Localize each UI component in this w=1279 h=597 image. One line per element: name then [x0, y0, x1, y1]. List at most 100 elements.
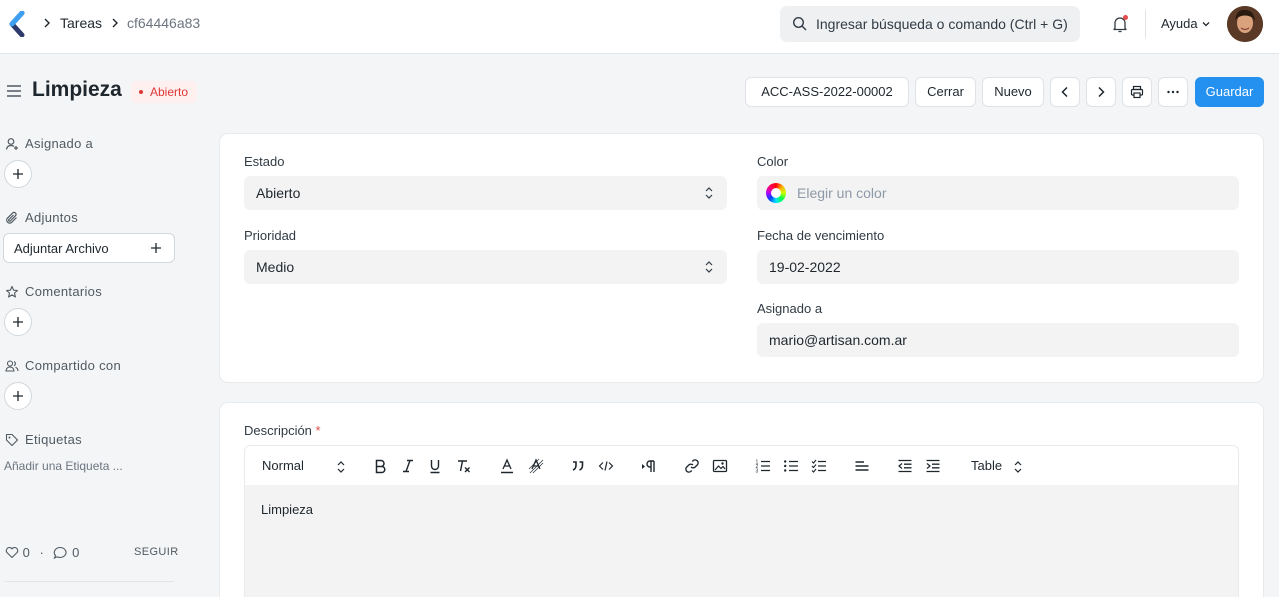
- search-icon: [792, 16, 807, 31]
- previous-button[interactable]: [1050, 77, 1080, 107]
- image-icon[interactable]: [712, 458, 728, 474]
- notification-dot: [1123, 15, 1128, 20]
- tag-icon: [5, 433, 19, 446]
- select-arrows-icon[interactable]: [1014, 459, 1022, 475]
- format-select[interactable]: Normal: [262, 458, 304, 474]
- app-logo-icon[interactable]: [8, 11, 26, 37]
- select-arrows-icon: [705, 187, 713, 199]
- notifications-button[interactable]: [1110, 14, 1130, 34]
- page-title: Limpieza: [32, 78, 122, 101]
- chevron-down-icon[interactable]: [1201, 19, 1211, 29]
- more-actions-button[interactable]: [1158, 77, 1188, 107]
- shared-heading-label: Compartido con: [25, 358, 121, 373]
- outdent-icon[interactable]: [897, 458, 913, 474]
- document-stats: 0 · 0: [5, 545, 79, 561]
- navbar: Tareas cf64446a83 Ingresar búsqueda o co…: [0, 0, 1279, 54]
- attachments-heading: Adjuntos: [5, 210, 78, 226]
- heart-icon[interactable]: [5, 546, 19, 559]
- link-icon[interactable]: [684, 458, 700, 474]
- linked-document-button[interactable]: ACC-ASS-2022-00002: [745, 77, 909, 107]
- add-assignee-button[interactable]: [4, 160, 32, 188]
- underline-icon[interactable]: [428, 458, 442, 474]
- estado-select[interactable]: Abierto: [244, 176, 727, 210]
- assigned-heading-label: Asignado a: [25, 136, 94, 151]
- prioridad-select[interactable]: Medio: [244, 250, 727, 284]
- help-menu[interactable]: Ayuda: [1161, 16, 1198, 31]
- select-arrows-icon: [705, 261, 713, 273]
- save-button[interactable]: Guardar: [1195, 77, 1264, 107]
- comments-heading-label: Comentarios: [25, 284, 102, 299]
- tags-heading-label: Etiquetas: [25, 432, 82, 447]
- description-editor[interactable]: Limpieza: [244, 485, 1239, 597]
- follow-button[interactable]: SEGUIR: [134, 546, 179, 558]
- tags-heading: Etiquetas: [5, 432, 82, 448]
- printer-icon: [1130, 85, 1144, 99]
- align-left-icon[interactable]: [854, 458, 870, 474]
- chevron-right-icon: [112, 18, 118, 28]
- attachments-heading-label: Adjuntos: [25, 210, 78, 225]
- breadcrumb-tareas[interactable]: Tareas: [60, 15, 102, 31]
- estado-value: Abierto: [256, 185, 301, 201]
- code-icon[interactable]: [598, 458, 614, 474]
- stats-separator: ·: [39, 545, 44, 560]
- indent-icon[interactable]: [925, 458, 941, 474]
- plus-icon: [13, 391, 23, 401]
- svg-text:3: 3: [756, 469, 759, 475]
- assigned-heading: Asignado a: [5, 136, 93, 152]
- italic-icon[interactable]: [401, 458, 415, 474]
- color-picker-field[interactable]: Elegir un color: [757, 176, 1239, 210]
- add-tag-link[interactable]: Añadir una Etiqueta ...: [4, 459, 123, 473]
- plus-icon: [13, 169, 23, 179]
- close-button[interactable]: Cerrar: [915, 77, 976, 107]
- editor-toolbar: Normal 123 Table: [244, 445, 1239, 486]
- asignado-label: Asignado a: [757, 301, 823, 316]
- estado-label: Estado: [244, 154, 285, 169]
- chevron-right-icon: [1098, 86, 1105, 98]
- ordered-list-icon[interactable]: 123: [755, 458, 771, 474]
- background-color-icon[interactable]: [528, 458, 544, 474]
- star-icon: [5, 285, 19, 298]
- comments-heading: Comentarios: [5, 284, 102, 300]
- search-bar[interactable]: Ingresar búsqueda o comando (Ctrl + G): [780, 6, 1080, 42]
- asignado-value: mario@artisan.com.ar: [769, 332, 907, 348]
- print-button[interactable]: [1122, 77, 1152, 107]
- select-arrows-icon[interactable]: [337, 459, 345, 475]
- ellipsis-icon: [1167, 90, 1179, 94]
- prioridad-label: Prioridad: [244, 228, 297, 243]
- blockquote-icon[interactable]: [570, 458, 586, 474]
- shared-heading: Compartido con: [5, 358, 121, 374]
- search-placeholder: Ingresar búsqueda o comando (Ctrl + G): [816, 16, 1068, 32]
- next-button[interactable]: [1086, 77, 1116, 107]
- chevron-left-icon: [1061, 86, 1068, 98]
- clear-format-icon[interactable]: [456, 458, 472, 474]
- new-button[interactable]: Nuevo: [982, 77, 1044, 107]
- user-avatar[interactable]: [1227, 6, 1263, 42]
- descripcion-label: Descripción *: [244, 423, 321, 438]
- user-icon: [5, 137, 18, 150]
- asignado-input[interactable]: mario@artisan.com.ar: [757, 323, 1239, 357]
- color-placeholder: Elegir un color: [797, 185, 887, 201]
- comments-count: 0: [72, 545, 80, 560]
- required-mark: *: [315, 423, 321, 438]
- text-color-icon[interactable]: [500, 458, 514, 474]
- sidebar-toggle-icon[interactable]: [6, 84, 22, 98]
- fecha-input[interactable]: 19-02-2022: [757, 250, 1239, 284]
- add-comment-button[interactable]: [4, 308, 32, 336]
- status-label: Abierto: [150, 85, 189, 99]
- descripcion-label-text: Descripción: [244, 423, 312, 438]
- attach-file-button[interactable]: Adjuntar Archivo: [3, 233, 175, 263]
- comment-icon: [53, 546, 67, 559]
- breadcrumb-current[interactable]: cf64446a83: [127, 15, 200, 31]
- sidebar-divider: [4, 581, 174, 582]
- color-wheel-icon[interactable]: [766, 183, 786, 203]
- check-list-icon[interactable]: [811, 458, 827, 474]
- navbar-divider: [1145, 10, 1146, 38]
- table-select[interactable]: Table: [971, 458, 1002, 474]
- add-share-button[interactable]: [4, 382, 32, 410]
- bold-icon[interactable]: [373, 458, 387, 474]
- bullet-list-icon[interactable]: [783, 458, 799, 474]
- users-icon: [5, 360, 19, 372]
- paragraph-direction-icon[interactable]: [641, 458, 657, 474]
- plus-icon: [151, 243, 161, 253]
- description-text: Limpieza: [261, 502, 314, 517]
